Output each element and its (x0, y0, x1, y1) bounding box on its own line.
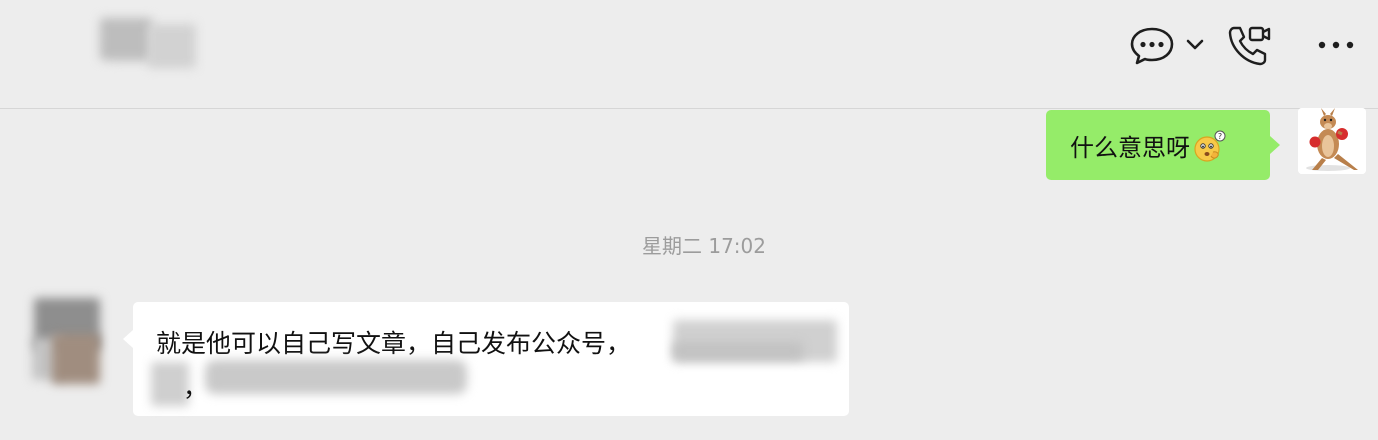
contact-avatar-redacted[interactable] (32, 298, 104, 390)
svg-text:?: ? (1218, 132, 1222, 141)
more-icon[interactable] (1316, 32, 1356, 58)
incoming-redaction-3 (205, 360, 467, 394)
chat-header (0, 0, 1378, 109)
outgoing-message-text: 什么意思呀 (1070, 133, 1190, 162)
chat-title-redaction-1 (100, 18, 152, 60)
incoming-message-bubble[interactable]: 就是他可以自己写文章，自己发布公众号， ， (123, 302, 849, 416)
outgoing-message-bubble[interactable]: 什么意思呀 ? (1046, 110, 1280, 180)
video-call-icon[interactable] (1226, 22, 1272, 68)
chat-title-redaction-2 (148, 24, 196, 68)
contact-avatar-redaction-3 (52, 334, 100, 384)
incoming-message-text: 就是他可以自己写文章，自己发布公众号， (156, 329, 632, 358)
header-actions (1118, 0, 1378, 108)
incoming-redaction-1b (673, 342, 803, 360)
chevron-down-icon[interactable] (1184, 34, 1206, 56)
chat-window: 什么意思呀 ? 星期二 17:02 就是他可以自己写文章，自己发布公众号， ， (0, 0, 1378, 440)
message-timestamp: 星期二 17:02 (642, 234, 766, 258)
chat-title-redacted (100, 18, 196, 68)
thinking-emoji-icon: ? (1192, 130, 1226, 164)
my-avatar[interactable] (1298, 108, 1366, 174)
chat-options-icon[interactable] (1128, 24, 1176, 68)
